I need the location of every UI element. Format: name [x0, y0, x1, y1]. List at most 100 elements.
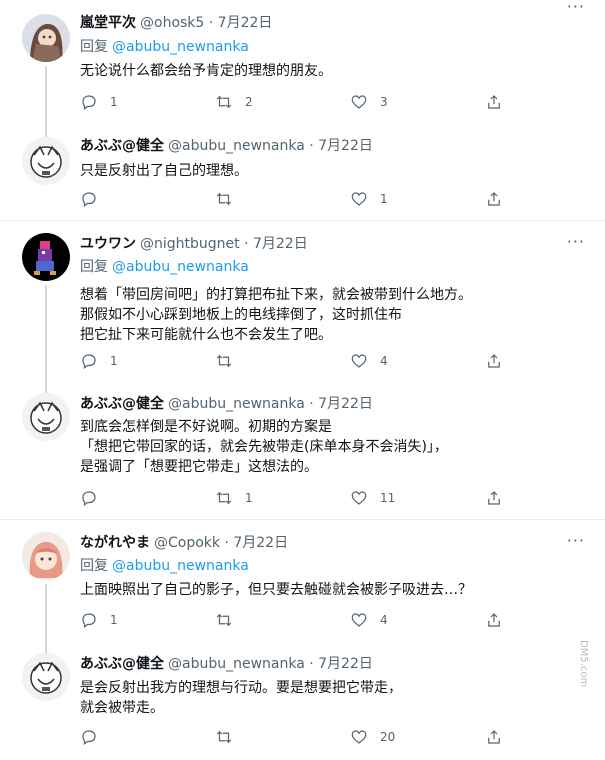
like-button[interactable]: 20 — [350, 727, 395, 747]
more-options-icon[interactable]: ··· — [567, 0, 585, 15]
thread-connector — [45, 643, 47, 653]
retweet-button[interactable]: 1 — [215, 488, 253, 508]
like-button[interactable]: 11 — [350, 488, 395, 508]
display-name[interactable]: あぶぶ@健全 — [80, 138, 164, 154]
tweet-card[interactable]: あぶぶ@健全 @abubu_newnanka · 7月22日 到底会怎样倒是不好说… — [0, 381, 605, 519]
tweet-actions: 20 — [80, 727, 510, 747]
reply-button[interactable] — [80, 189, 110, 209]
retweet-icon — [216, 354, 232, 368]
display-name[interactable]: ユウワン — [80, 236, 136, 252]
avatar[interactable] — [22, 14, 70, 62]
retweet-icon — [216, 192, 232, 206]
tweet-card[interactable]: ながれやま @Copokk · 7月22日 ··· 回复 @abubu_newnan… — [0, 520, 605, 643]
share-button[interactable] — [485, 610, 503, 630]
retweet-button[interactable] — [215, 351, 245, 371]
avatar[interactable] — [22, 233, 70, 281]
reply-icon — [82, 730, 96, 745]
thread-connector — [45, 66, 47, 125]
share-icon — [488, 613, 500, 627]
like-button[interactable]: 1 — [350, 189, 388, 209]
reply-button[interactable] — [80, 488, 110, 508]
retweet-icon — [216, 613, 232, 627]
thread-connector — [45, 125, 47, 137]
share-icon — [488, 354, 500, 368]
tweet-card[interactable]: あぶぶ@健全 @abubu_newnanka · 7月22日 是会反射出我方的理想… — [0, 643, 605, 760]
reply-button[interactable]: 1 — [80, 92, 118, 112]
like-button[interactable]: 4 — [350, 351, 388, 371]
replying-to: 回复 @abubu_newnanka — [80, 38, 249, 56]
share-button[interactable] — [485, 189, 503, 209]
share-button[interactable] — [485, 727, 503, 747]
tweet-actions: 1 — [80, 189, 510, 209]
replying-to-link[interactable]: @abubu_newnanka — [112, 39, 249, 55]
handle-and-date[interactable]: @ohosk5 · 7月22日 — [140, 15, 272, 31]
reply-thread: 嵐堂平次 @ohosk5 · 7月22日 ··· 回复 @abubu_newnank… — [0, 0, 605, 760]
handle-and-date[interactable]: @abubu_newnanka · 7月22日 — [168, 656, 373, 672]
heart-icon — [351, 192, 367, 206]
retweet-button[interactable] — [215, 610, 245, 630]
retweet-button[interactable] — [215, 189, 245, 209]
retweet-button[interactable] — [215, 727, 245, 747]
thread-connector — [45, 584, 47, 643]
handle-and-date[interactable]: @nightbugnet · 7月22日 — [140, 236, 308, 252]
heart-icon — [351, 491, 367, 505]
tweet-text-line: 无论说什么都会给予肯定的理想的朋友。 — [80, 63, 332, 79]
tweet-text-line: 是强调了「想要把它带走」这想法的。 — [80, 459, 318, 475]
handle-and-date[interactable]: @abubu_newnanka · 7月22日 — [168, 396, 373, 412]
replying-to-link[interactable]: @abubu_newnanka — [112, 558, 249, 574]
reply-button[interactable]: 1 — [80, 610, 118, 630]
reply-icon — [82, 192, 96, 207]
share-button[interactable] — [485, 92, 503, 112]
tweet-text: 是会反射出我方的理想与行动。要是想要把它带走， 就会被带走。 — [80, 678, 560, 718]
display-name[interactable]: 嵐堂平次 — [80, 15, 136, 31]
handle-and-date[interactable]: @Copokk · 7月22日 — [154, 535, 288, 551]
watermark: DM5.com — [578, 640, 589, 688]
tweet-header: あぶぶ@健全 @abubu_newnanka · 7月22日 — [80, 395, 373, 413]
tweet-header: 嵐堂平次 @ohosk5 · 7月22日 — [80, 14, 272, 32]
reply-button[interactable] — [80, 727, 110, 747]
tweet-card[interactable]: ユウワン @nightbugnet · 7月22日 ··· 回复 @abubu_ne… — [0, 221, 605, 381]
replying-label: 回复 — [80, 558, 108, 574]
like-count: 20 — [380, 730, 396, 744]
share-button[interactable] — [485, 351, 503, 371]
replying-to: 回复 @abubu_newnanka — [80, 557, 249, 575]
avatar[interactable] — [22, 393, 70, 441]
tweet-text: 只是反射出了自己的理想。 — [80, 161, 560, 181]
avatar[interactable] — [22, 532, 70, 580]
avatar[interactable] — [22, 653, 70, 701]
retweet-button[interactable]: 2 — [215, 92, 253, 112]
replying-to-link[interactable]: @abubu_newnanka — [112, 259, 249, 275]
reply-count: 1 — [110, 613, 118, 627]
tweet-actions: 1 4 — [80, 610, 510, 630]
reply-icon — [82, 354, 96, 369]
share-icon — [488, 491, 500, 505]
reply-count: 1 — [110, 95, 118, 109]
share-button[interactable] — [485, 488, 503, 508]
like-button[interactable]: 3 — [350, 92, 388, 112]
tweet-text-line: 只是反射出了自己的理想。 — [80, 163, 248, 179]
more-options-icon[interactable]: ··· — [567, 234, 585, 250]
like-count: 1 — [380, 192, 388, 206]
display-name[interactable]: ながれやま — [80, 535, 150, 551]
replying-label: 回复 — [80, 39, 108, 55]
tweet-card[interactable]: あぶぶ@健全 @abubu_newnanka · 7月22日 只是反射出了自己的理… — [0, 125, 605, 220]
avatar[interactable] — [22, 137, 70, 185]
like-count: 11 — [380, 491, 396, 505]
like-count: 3 — [380, 95, 388, 109]
reply-button[interactable]: 1 — [80, 351, 118, 371]
tweet-card[interactable]: 嵐堂平次 @ohosk5 · 7月22日 ··· 回复 @abubu_newnank… — [0, 0, 605, 125]
retweet-icon — [216, 730, 232, 744]
tweet-text-line: 到底会怎样倒是不好说啊。初期的方案是 — [80, 419, 332, 435]
like-button[interactable]: 4 — [350, 610, 388, 630]
reply-icon — [82, 613, 96, 628]
more-options-icon[interactable]: ··· — [567, 533, 585, 549]
tweet-actions: 1 2 3 — [80, 92, 510, 112]
display-name[interactable]: あぶぶ@健全 — [80, 656, 164, 672]
like-count: 4 — [380, 613, 388, 627]
tweet-text-line: 「想把它带回家的话，就会先被带走(床单本身不会消失)」， — [80, 439, 448, 455]
replying-to: 回复 @abubu_newnanka — [80, 258, 249, 276]
share-icon — [488, 730, 500, 744]
thread-connector — [45, 381, 47, 393]
handle-and-date[interactable]: @abubu_newnanka · 7月22日 — [168, 138, 373, 154]
display-name[interactable]: あぶぶ@健全 — [80, 396, 164, 412]
